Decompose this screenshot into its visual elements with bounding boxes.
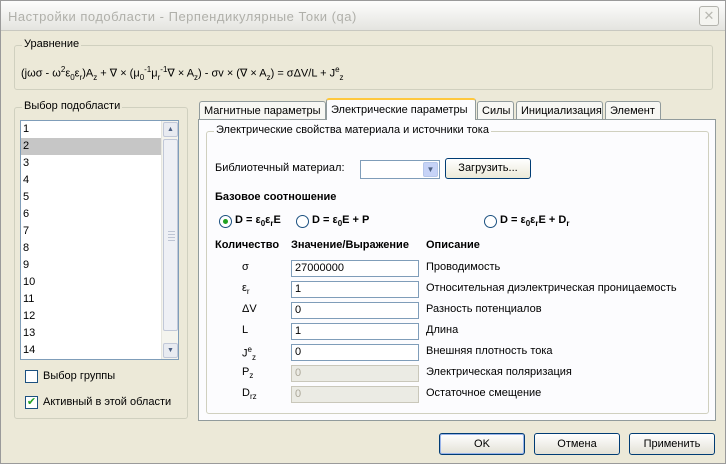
cancel-button[interactable]: Отмена	[534, 433, 620, 455]
tab-magnetic[interactable]: Магнитные параметры	[199, 101, 326, 120]
param-description: Электрическая поляризация	[426, 366, 572, 378]
tab-init[interactable]: Инициализация	[516, 101, 603, 120]
param-value-field[interactable]: 0	[291, 344, 419, 361]
library-select[interactable]: ▼	[360, 160, 440, 179]
list-item[interactable]: 1	[21, 121, 162, 138]
param-value-field[interactable]: 27000000	[291, 260, 419, 277]
radio-relation-2[interactable]	[296, 215, 309, 228]
param-value-field[interactable]: 1	[291, 323, 419, 340]
checkmark-icon: ✔	[26, 395, 37, 408]
tab-element[interactable]: Элемент	[605, 101, 661, 120]
material-group: Электрические свойства материала и источ…	[206, 124, 709, 414]
settings-dialog: Настройки подобласти - Перпендикулярные …	[0, 0, 726, 464]
param-symbol: Pz	[242, 366, 254, 381]
radio-relation-3-label: D = ε0εrE + Dr	[500, 214, 570, 229]
list-item[interactable]: 7	[21, 223, 162, 240]
electric-params-panel: Электрические свойства материала и источ…	[198, 119, 716, 421]
param-symbol: Drz	[242, 387, 257, 402]
header-description: Описание	[426, 239, 480, 251]
chevron-down-icon: ▼	[167, 347, 174, 354]
param-value-field: 0	[291, 386, 419, 403]
list-scrollbar[interactable]: ▲ — — — — ▼	[161, 121, 178, 359]
ok-button[interactable]: OK	[439, 433, 525, 455]
group-select-label: Выбор группы	[43, 370, 116, 382]
list-item[interactable]: 11	[21, 291, 162, 308]
close-button[interactable]: ✕	[699, 6, 719, 26]
param-symbol: Jez	[242, 345, 256, 362]
subdomain-label: Выбор подобласти	[22, 100, 123, 112]
param-description: Остаточное смещение	[426, 387, 542, 399]
scroll-thumb[interactable]: — — — —	[163, 139, 178, 331]
param-symbol: σ	[242, 261, 249, 273]
relation-heading: Базовое соотношение	[215, 191, 337, 203]
equation-group: Уравнение (jωσ - ω2ε0εr)Az + ∇ × (μ0-1μr…	[14, 38, 713, 90]
scroll-down-button[interactable]: ▼	[163, 343, 178, 358]
radio-relation-2-label: D = ε0E + P	[312, 214, 370, 229]
tab-electric[interactable]: Электрические параметры	[326, 98, 476, 120]
header-quantity: Количество	[215, 239, 280, 251]
radio-relation-1-label: D = ε0εrE	[235, 214, 281, 229]
list-item[interactable]: 9	[21, 257, 162, 274]
list-item[interactable]: 12	[21, 308, 162, 325]
window-title: Настройки подобласти - Перпендикулярные …	[8, 9, 357, 24]
list-item[interactable]: 3	[21, 155, 162, 172]
close-icon: ✕	[703, 8, 715, 23]
tab-forces[interactable]: Силы	[477, 101, 514, 120]
chevron-down-icon[interactable]: ▼	[423, 162, 438, 177]
active-checkbox[interactable]: ✔ Активный в этой области	[25, 394, 171, 410]
radio-relation-1[interactable]	[219, 215, 232, 228]
param-description: Относительная диэлектрическая проницаемо…	[426, 282, 677, 294]
radio-relation-3[interactable]	[484, 215, 497, 228]
group-select-checkbox[interactable]: Выбор группы	[25, 368, 115, 384]
material-group-label: Электрические свойства материала и источ…	[214, 124, 491, 136]
list-item[interactable]: 14	[21, 342, 162, 359]
active-label: Активный в этой области	[43, 396, 172, 408]
list-item[interactable]: 13	[21, 325, 162, 342]
list-item[interactable]: 8	[21, 240, 162, 257]
equation-label: Уравнение	[22, 38, 82, 50]
load-button[interactable]: Загрузить...	[445, 158, 531, 179]
header-value: Значение/Выражение	[291, 239, 409, 251]
grip-icon: — — — —	[168, 228, 175, 244]
list-item[interactable]: 5	[21, 189, 162, 206]
list-item[interactable]: 6	[21, 206, 162, 223]
apply-button[interactable]: Применить	[629, 433, 715, 455]
param-value-field: 0	[291, 365, 419, 382]
library-label: Библиотечный материал:	[215, 162, 345, 174]
param-description: Внешняя плотность тока	[426, 345, 553, 357]
title-bar[interactable]: Настройки подобласти - Перпендикулярные …	[1, 1, 725, 31]
group-select-box[interactable]	[25, 369, 38, 383]
param-description: Длина	[426, 324, 459, 336]
scroll-up-button[interactable]: ▲	[163, 122, 178, 137]
param-value-field[interactable]: 0	[291, 302, 419, 319]
param-value-field[interactable]: 1	[291, 281, 419, 298]
param-symbol: ΔV	[242, 303, 257, 315]
list-item[interactable]: 2	[21, 138, 162, 155]
subdomain-list[interactable]: 1 2 3 4 5 6 7 8 9 10 11 12 13 14 ▲ — — — — ▼	[20, 120, 179, 360]
list-item[interactable]: 10	[21, 274, 162, 291]
param-description: Разность потенциалов	[426, 303, 542, 315]
equation-text: (jωσ - ω2ε0εr)Az + ∇ × (μ0-1μr-1∇ × Az) …	[21, 65, 344, 82]
param-symbol: L	[242, 324, 249, 336]
active-box[interactable]: ✔	[25, 395, 38, 409]
list-item[interactable]: 4	[21, 172, 162, 189]
param-symbol: εr	[242, 282, 250, 297]
param-description: Проводимость	[426, 261, 501, 273]
chevron-up-icon: ▲	[167, 126, 174, 133]
